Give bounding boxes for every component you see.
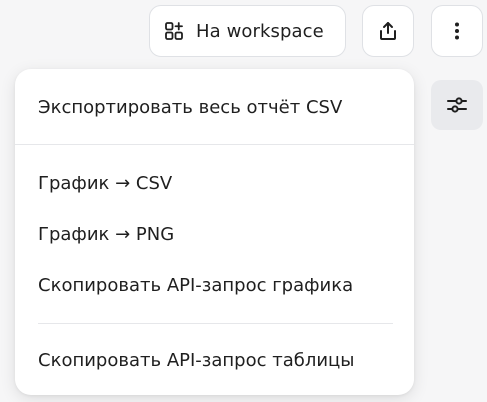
add-to-workspace-label: На workspace bbox=[196, 20, 324, 42]
share-button[interactable] bbox=[362, 5, 414, 57]
export-dropdown-menu: Экспортировать весь отчёт CSV График → C… bbox=[15, 69, 414, 395]
menu-item-copy-chart-api-request[interactable]: Скопировать API-запрос графика bbox=[15, 263, 414, 307]
menu-divider bbox=[15, 144, 414, 145]
add-to-workspace-button[interactable]: На workspace bbox=[149, 5, 346, 57]
filter-settings-button[interactable] bbox=[431, 80, 483, 130]
grid-plus-icon bbox=[164, 21, 184, 41]
toolbar: На workspace bbox=[0, 0, 487, 62]
more-options-button[interactable] bbox=[431, 5, 483, 57]
menu-item-copy-table-api-request[interactable]: Скопировать API-запрос таблицы bbox=[15, 338, 414, 382]
vertical-dots-icon bbox=[446, 20, 468, 42]
menu-item-export-full-report-csv[interactable]: Экспортировать весь отчёт CSV bbox=[15, 85, 414, 129]
menu-item-chart-csv[interactable]: График → CSV bbox=[15, 161, 414, 205]
menu-divider bbox=[38, 323, 393, 324]
sliders-icon bbox=[445, 93, 469, 117]
menu-item-chart-png[interactable]: График → PNG bbox=[15, 212, 414, 256]
share-upload-icon bbox=[377, 20, 399, 42]
